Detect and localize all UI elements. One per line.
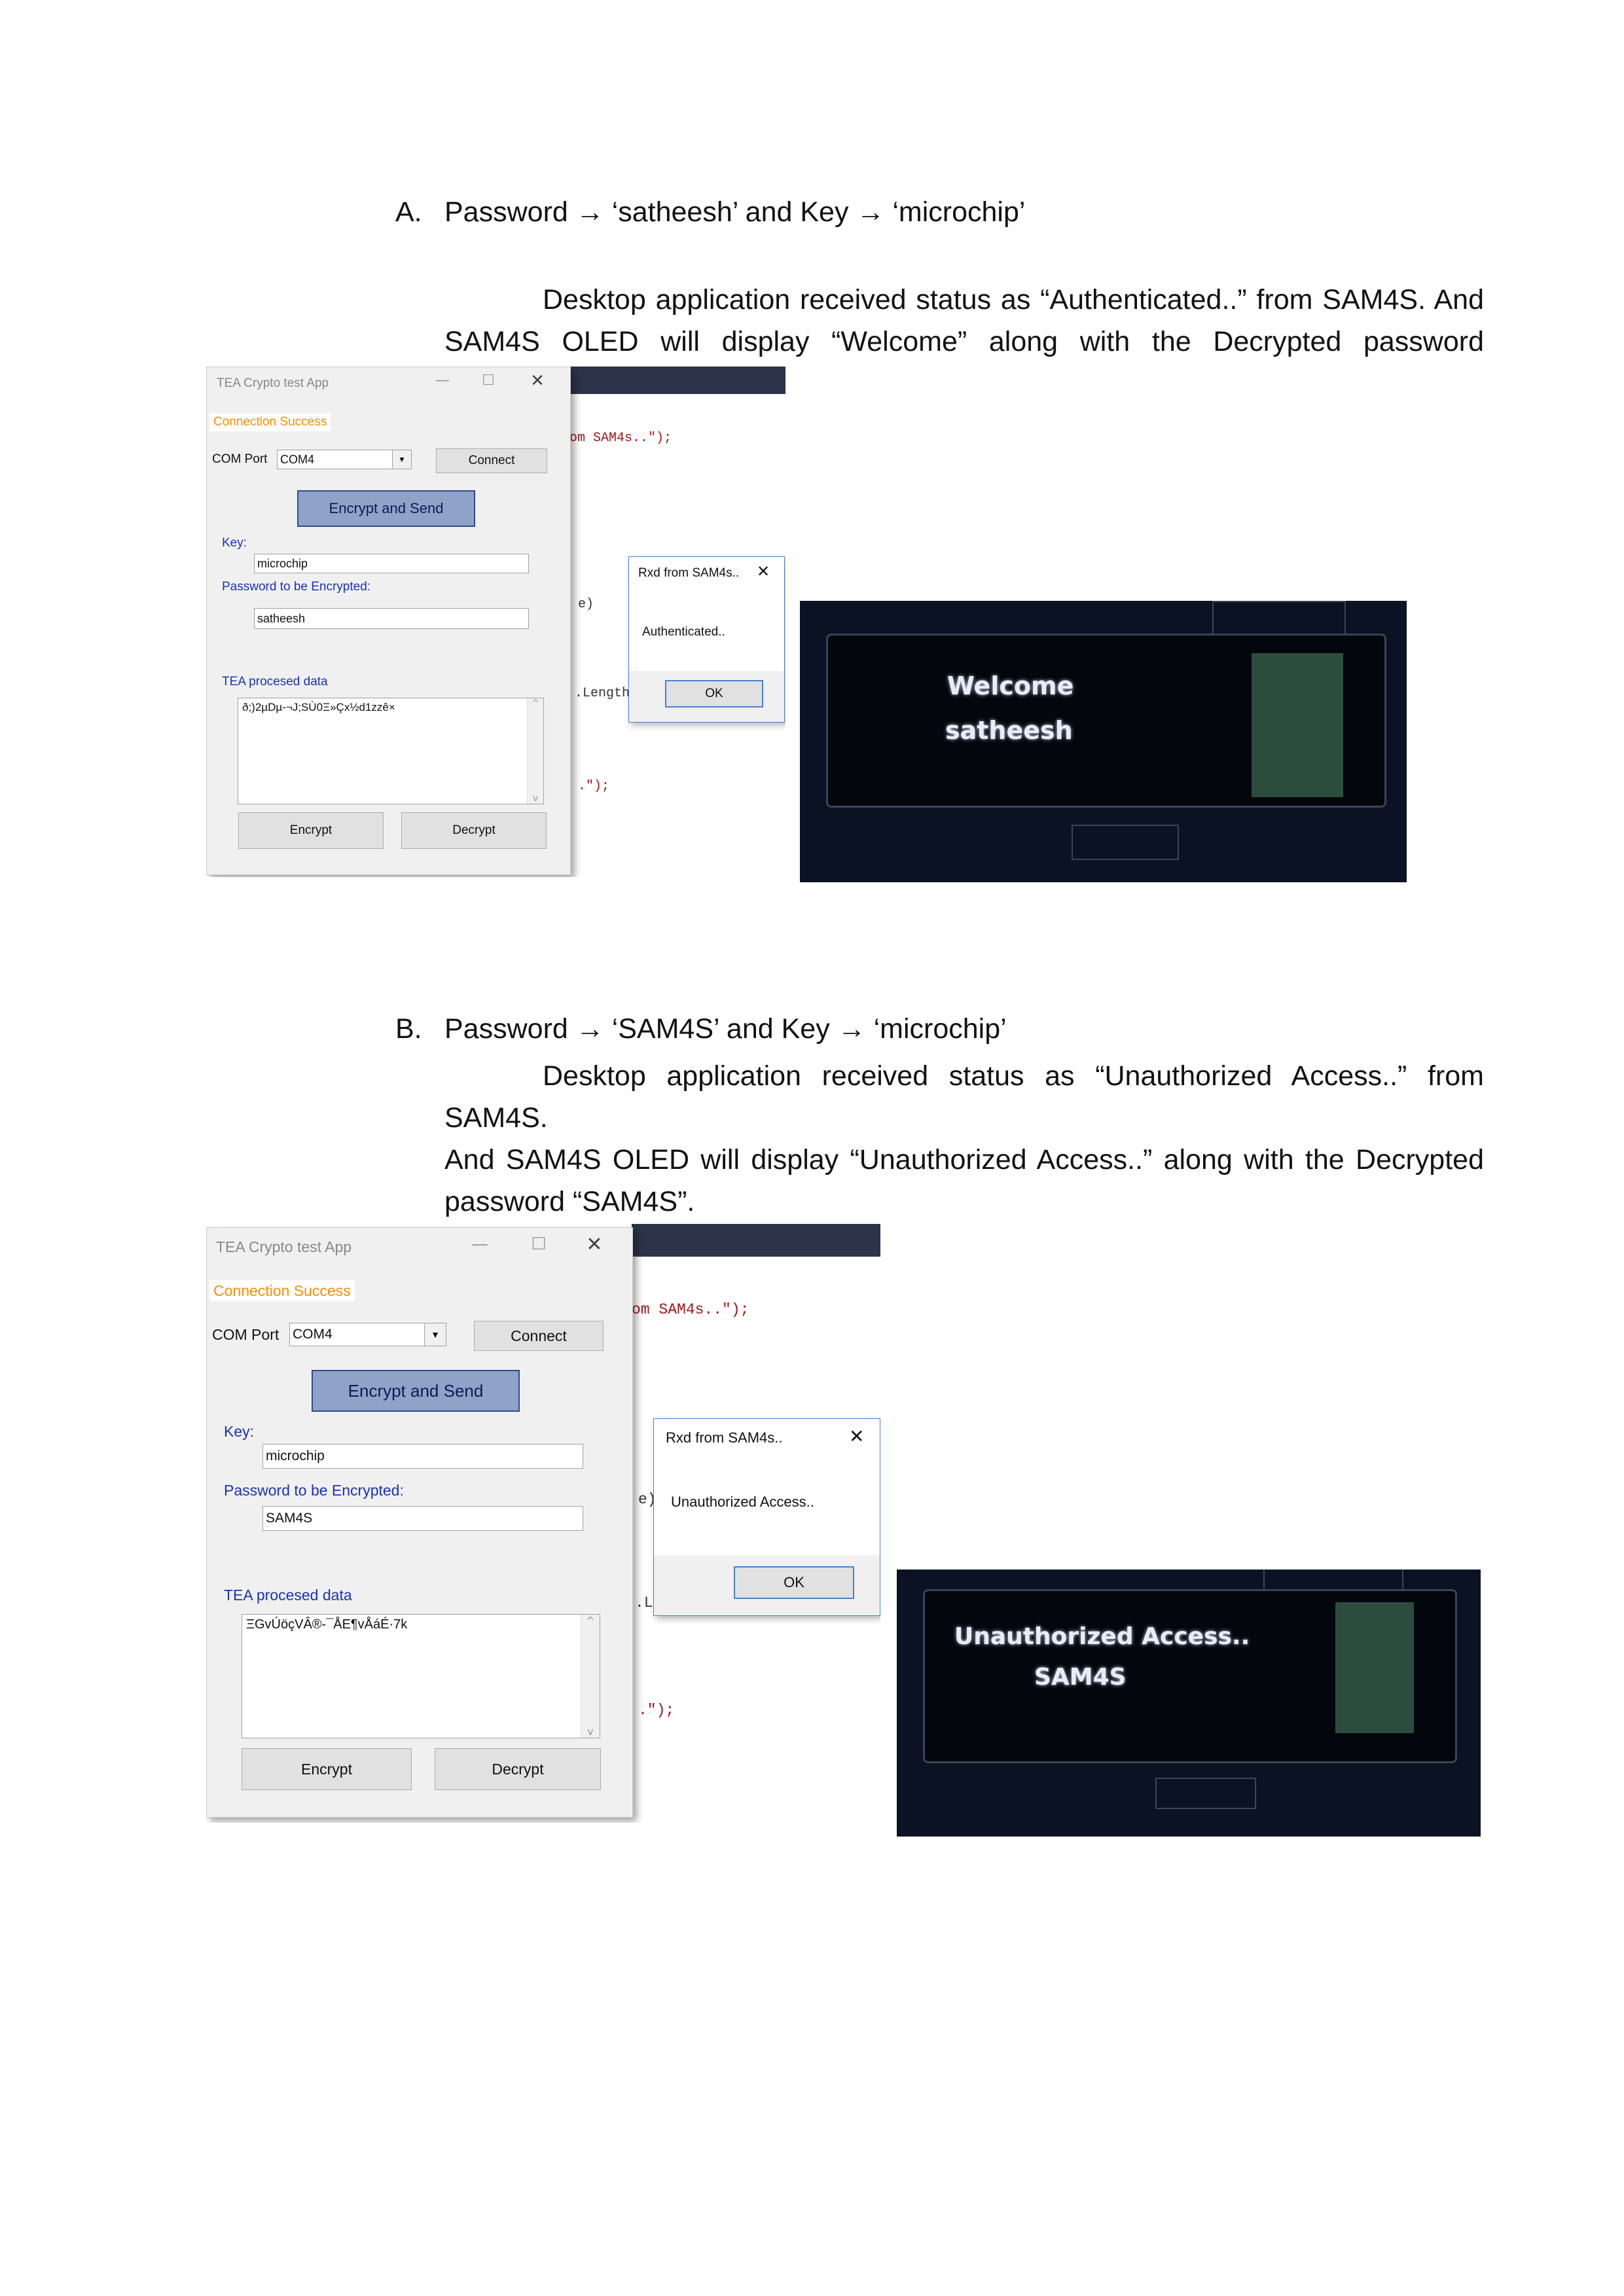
key-label: Key: [222, 536, 247, 550]
dialog-message: Authenticated.. [642, 625, 725, 639]
section-a-letter: A. [395, 196, 422, 228]
processed-label: TEA procesed data [224, 1587, 352, 1604]
textarea-scrollbar[interactable]: ^ v [527, 698, 543, 804]
password-label: Password to be Encrypted: [222, 580, 371, 594]
section-b-para-line3: password “SAM4S”. [444, 1186, 695, 1217]
flex-ribbon [1252, 653, 1343, 797]
code-line: .Length [575, 686, 630, 701]
com-port-label: COM Port [212, 1326, 280, 1343]
password-input[interactable]: SAM4S [262, 1506, 583, 1531]
processed-label: TEA procesed data [222, 675, 328, 689]
password-input[interactable]: satheesh [254, 608, 529, 629]
processed-data-textarea[interactable]: ΞGvÚöçVÂ®-¯ÅE¶vÅáÉ·7k ^ v [242, 1614, 600, 1738]
decrypt-button[interactable]: Decrypt [435, 1748, 601, 1790]
oled-line2: SAM4S [1034, 1664, 1127, 1691]
chevron-down-icon[interactable]: ▼ [424, 1323, 446, 1346]
section-a-para-line1: Desktop application received status as “… [543, 284, 1484, 315]
key-input[interactable]: microchip [262, 1444, 583, 1469]
key-label: Key: [224, 1423, 255, 1440]
encrypt-button[interactable]: Encrypt [242, 1748, 412, 1790]
section-b-paragraph: Desktop application received status as “… [444, 1055, 1484, 1223]
section-a-heading: A. Password → ‘satheesh’ and Key → ‘micr… [395, 196, 1508, 236]
encrypt-and-send-button[interactable]: Encrypt and Send [297, 490, 475, 527]
section-b-para-line1: Desktop application received status as “… [444, 1060, 1484, 1134]
ok-button[interactable]: OK [734, 1566, 854, 1599]
ide-titlebar [632, 1224, 880, 1257]
flex-ribbon [1335, 1602, 1414, 1733]
decrypt-button[interactable]: Decrypt [401, 812, 547, 849]
section-b-heading-text: Password → ‘SAM4S’ and Key → ‘microchip’ [444, 1013, 1007, 1045]
oled-photo-a: Welcome satheesh [800, 601, 1407, 882]
bottom-pins [1155, 1778, 1256, 1809]
rxd-dialog: Rxd from SAM4s.. ✕ Authenticated.. OK [628, 556, 785, 723]
close-icon[interactable]: ✕ [849, 1426, 864, 1447]
rxd-dialog: Rxd from SAM4s.. ✕ Unauthorized Access..… [653, 1418, 880, 1616]
key-input[interactable]: microchip [254, 554, 529, 573]
connect-button[interactable]: Connect [436, 448, 547, 473]
dialog-title: Rxd from SAM4s.. [666, 1429, 783, 1446]
tea-app-window: TEA Crypto test App — ☐ ✕ Connection Suc… [206, 1227, 633, 1818]
window-title: TEA Crypto test App [216, 1238, 352, 1255]
com-port-value: COM4 [293, 1327, 333, 1342]
processed-data-textarea[interactable]: ð;)2µDµ-¬J;SÙ0Ξ»Çx½d1zzê× ^ v [238, 698, 544, 804]
section-a-heading-text: Password → ‘satheesh’ and Key → ‘microch… [444, 196, 1026, 228]
encrypt-and-send-button[interactable]: Encrypt and Send [312, 1370, 520, 1412]
oled-photo-b: Unauthorized Access.. SAM4S [897, 1570, 1481, 1837]
connection-status: Connection Success [209, 413, 331, 431]
com-port-select[interactable]: COM4 ▼ [277, 450, 412, 469]
dialog-title: Rxd from SAM4s.. [638, 566, 740, 580]
screenshot-b: om SAM4s.."); e) .Length); ."); TEA Cryp… [206, 1224, 880, 1823]
code-line: om SAM4s.."); [569, 431, 672, 446]
maximize-icon[interactable]: ☐ [478, 372, 498, 389]
scroll-up-icon[interactable]: ^ [586, 1615, 594, 1627]
ok-button[interactable]: OK [665, 680, 763, 708]
com-port-value: COM4 [280, 453, 315, 466]
com-port-label: COM Port [212, 452, 268, 466]
minimize-icon[interactable]: — [433, 372, 452, 389]
tea-app-window: TEA Crypto test App — ☐ ✕ Connection Suc… [206, 367, 571, 875]
section-b-heading: B. Password → ‘SAM4S’ and Key → ‘microch… [395, 1013, 1508, 1052]
code-line: ."); [578, 779, 610, 794]
code-line: e) [578, 597, 594, 612]
screenshot-a: om SAM4s.."); e) .Length ."); TEA Crypto… [206, 367, 785, 877]
password-label: Password to be Encrypted: [224, 1482, 404, 1499]
code-line: om SAM4s.."); [632, 1301, 749, 1318]
connect-button[interactable]: Connect [474, 1321, 604, 1351]
processed-data-value: ΞGvÚöçVÂ®-¯ÅE¶vÅáÉ·7k [246, 1617, 408, 1632]
encrypt-button[interactable]: Encrypt [238, 812, 384, 849]
maximize-icon[interactable]: ☐ [528, 1234, 550, 1254]
scroll-down-icon[interactable]: v [587, 1725, 593, 1738]
scroll-up-icon[interactable]: ^ [532, 698, 539, 709]
com-port-select[interactable]: COM4 ▼ [289, 1323, 446, 1346]
processed-data-value: ð;)2µDµ-¬J;SÙ0Ξ»Çx½d1zzê× [242, 701, 395, 713]
chevron-down-icon[interactable]: ▼ [392, 450, 411, 469]
minimize-icon[interactable]: — [469, 1234, 491, 1254]
header-pins [1212, 601, 1346, 635]
window-title: TEA Crypto test App [217, 376, 329, 390]
textarea-scrollbar[interactable]: ^ v [581, 1615, 600, 1738]
close-icon[interactable]: ✕ [583, 1233, 605, 1256]
close-icon[interactable]: ✕ [528, 371, 547, 391]
oled-line2: satheesh [945, 716, 1073, 745]
ide-titlebar [569, 367, 785, 394]
bottom-pins [1072, 825, 1179, 860]
scroll-down-icon[interactable]: v [533, 793, 538, 804]
close-icon[interactable]: ✕ [757, 562, 770, 581]
section-b-letter: B. [395, 1013, 422, 1045]
oled-line1: Unauthorized Access.. [954, 1623, 1250, 1650]
dialog-message: Unauthorized Access.. [671, 1494, 814, 1510]
connection-status: Connection Success [209, 1280, 355, 1301]
code-line: ."); [638, 1702, 675, 1719]
section-b-para-line2: And SAM4S OLED will display “Unauthorize… [444, 1144, 1484, 1175]
oled-line1: Welcome [947, 672, 1074, 700]
